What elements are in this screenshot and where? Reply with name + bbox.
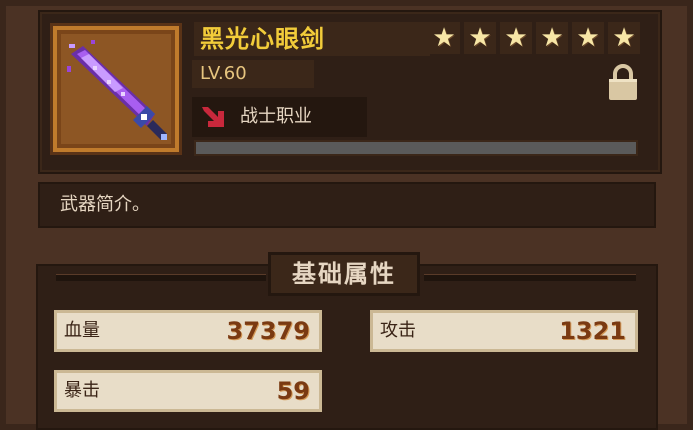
weapon-icon-frame[interactable] [53,26,179,152]
stat-attack: 攻击 1321 [370,310,638,352]
stat-value: 59 [276,377,310,405]
stat-value: 37379 [226,317,311,345]
lock-icon[interactable] [606,64,640,102]
star-icon: ★ [500,22,532,54]
weapon-description: 武器简介。 [38,182,656,228]
divider [56,274,266,281]
stat-label: 攻击 [380,320,416,341]
star-icon: ★ [572,22,604,54]
star-icon: ★ [464,22,496,54]
job-requirement: 战士职业 [192,97,367,137]
star-icon: ★ [428,22,460,54]
progress-bar [194,140,638,156]
stat-crit: 暴击 59 [54,370,322,412]
divider [424,274,636,281]
stat-hp: 血量 37379 [54,310,322,352]
purple-sword-icon [67,40,167,140]
red-arrow-icon [202,107,224,127]
stat-label: 血量 [64,320,100,341]
star-icon: ★ [536,22,568,54]
star-rating: ★ ★ ★ ★ ★ ★ [428,22,640,54]
star-icon: ★ [608,22,640,54]
stat-value: 1321 [559,317,626,345]
stat-label: 暴击 [64,380,100,401]
progress-fill [196,142,636,154]
section-title: 基础属性 [268,252,420,296]
item-name: 黑光心眼剑 [194,22,430,56]
job-label: 战士职业 [240,106,312,127]
item-level: LV.60 [192,60,314,88]
